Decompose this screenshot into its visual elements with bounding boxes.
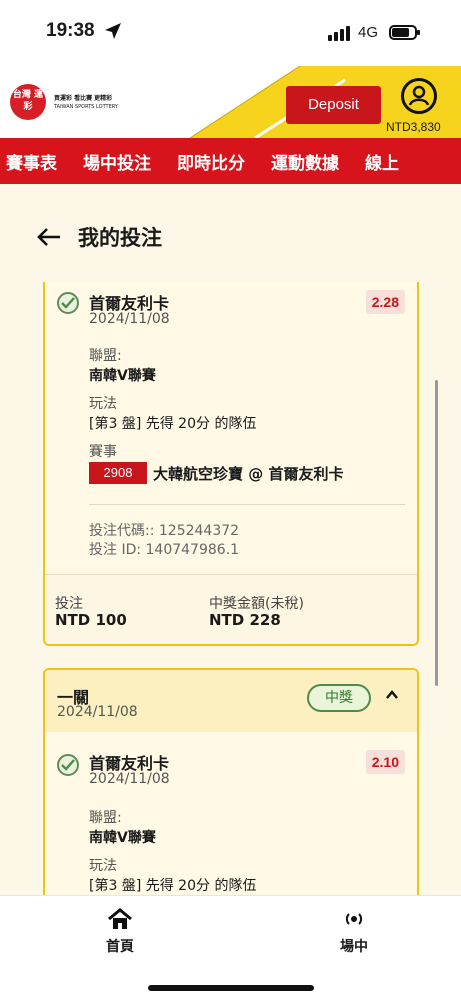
status-bar: 19:38 4G xyxy=(0,0,461,66)
bet-group-header[interactable]: 一關 2024/11/08 中獎 xyxy=(45,670,417,732)
scrollbar[interactable] xyxy=(435,380,438,686)
event-code-badge: 2908 xyxy=(89,462,147,484)
logo-subtitle: TAIWAN SPORTS LOTTERY xyxy=(54,104,118,110)
bet-summary: 投注 NTD 100 中獎金額(未稅) NTD 228 xyxy=(45,574,417,644)
page-title-row: 我的投注 xyxy=(36,222,162,252)
stake-value: NTD 100 xyxy=(55,611,127,629)
odds-badge: 2.10 xyxy=(365,750,405,774)
nav-item-online[interactable]: 線上 xyxy=(365,149,399,174)
bottom-nav-live[interactable]: 場中 xyxy=(324,908,384,956)
payout-value: NTD 228 xyxy=(209,611,281,629)
bet-id: 投注 ID: 140747986.1 xyxy=(89,542,240,558)
divider xyxy=(89,504,405,505)
main-nav: 賽事表 場中投注 即時比分 運動數據 線上 xyxy=(0,138,461,184)
chevron-up-icon[interactable] xyxy=(385,688,399,702)
brand-logo[interactable]: 台灣 運彩 xyxy=(10,84,46,120)
deposit-button[interactable]: Deposit xyxy=(286,86,381,124)
bet-card: 一關 2024/11/08 中獎 首爾友利卡 2024/11/08 2.10 聯… xyxy=(43,668,419,928)
page-title: 我的投注 xyxy=(78,226,162,250)
odds-badge: 2.28 xyxy=(365,290,405,314)
bet-card: 首爾友利卡 2024/11/08 2.28 聯盟: 南韓V聯賽 玩法 [第3 盤… xyxy=(43,282,419,646)
live-broadcast-icon xyxy=(345,913,363,925)
battery-icon xyxy=(389,25,420,40)
back-arrow-icon[interactable] xyxy=(36,227,62,247)
selection-date: 2024/11/08 xyxy=(89,771,170,787)
stake-label: 投注 xyxy=(55,596,83,612)
account-balance: NTD3,830 xyxy=(386,120,441,134)
market-value: [第3 盤] 先得 20分 的隊伍 xyxy=(89,878,257,894)
market-label: 玩法 xyxy=(89,858,117,874)
home-indicator xyxy=(148,985,314,991)
bottom-nav-home-label: 首頁 xyxy=(106,939,134,955)
market-value: [第3 盤] 先得 20分 的隊伍 xyxy=(89,416,257,432)
bet-group-date: 2024/11/08 xyxy=(57,704,138,720)
account-icon[interactable] xyxy=(401,78,437,114)
status-time: 19:38 xyxy=(46,20,95,41)
league-value: 南韓V聯賽 xyxy=(89,368,156,384)
event-row: 2908 大韓航空珍寶 @ 首爾友利卡 xyxy=(89,462,343,484)
league-value: 南韓V聯賽 xyxy=(89,830,156,846)
nav-item-live-betting[interactable]: 場中投注 xyxy=(83,149,151,174)
nav-item-schedule[interactable]: 賽事表 xyxy=(6,149,57,174)
app-header: 台灣 運彩 買運彩 看比賽 更精彩 TAIWAN SPORTS LOTTERY … xyxy=(0,66,461,138)
check-circle-icon xyxy=(57,292,79,314)
event-name: 大韓航空珍寶 @ 首爾友利卡 xyxy=(153,464,344,483)
network-label: 4G xyxy=(358,24,379,41)
event-label: 賽事 xyxy=(89,444,117,460)
check-circle-icon xyxy=(57,754,79,776)
bet-code: 投注代碼:: 125244372 xyxy=(89,523,240,539)
league-label: 聯盟: xyxy=(89,348,122,364)
logo-tagline: 買運彩 看比賽 更精彩 xyxy=(54,95,113,102)
league-label: 聯盟: xyxy=(89,810,122,826)
signal-icon xyxy=(328,26,350,41)
location-arrow-icon xyxy=(105,23,121,39)
home-icon xyxy=(108,908,132,929)
bottom-nav-live-label: 場中 xyxy=(340,939,368,955)
nav-item-sports-data[interactable]: 運動數據 xyxy=(271,149,339,174)
market-label: 玩法 xyxy=(89,396,117,412)
payout-label: 中獎金額(未稅) xyxy=(209,596,304,612)
nav-item-live-scores[interactable]: 即時比分 xyxy=(177,149,245,174)
selection-date: 2024/11/08 xyxy=(89,311,170,327)
status-badge: 中獎 xyxy=(307,684,371,712)
bottom-nav-home[interactable]: 首頁 xyxy=(90,908,150,956)
logo-text: 台灣 運彩 xyxy=(12,90,44,112)
